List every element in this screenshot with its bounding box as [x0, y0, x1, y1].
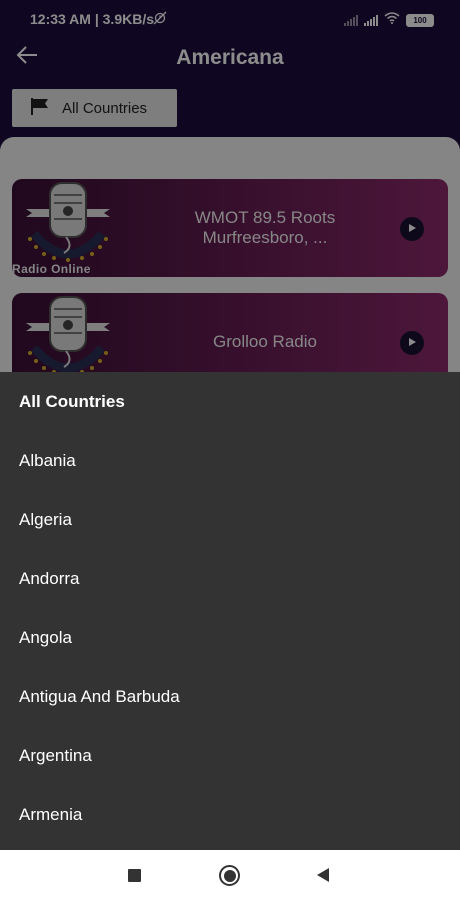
- back-icon[interactable]: [317, 868, 329, 882]
- country-option[interactable]: Algeria: [0, 490, 460, 549]
- country-option[interactable]: Argentina: [0, 726, 460, 785]
- country-option[interactable]: Andorra: [0, 549, 460, 608]
- country-option[interactable]: All Countries: [0, 372, 460, 431]
- modal-scrim[interactable]: [0, 0, 460, 372]
- country-dropdown-sheet: All Countries Albania Algeria Andorra An…: [0, 372, 460, 850]
- country-option[interactable]: Antigua And Barbuda: [0, 667, 460, 726]
- recent-apps-icon[interactable]: [128, 869, 141, 882]
- home-icon[interactable]: [219, 865, 240, 886]
- country-option[interactable]: Albania: [0, 431, 460, 490]
- country-option[interactable]: Armenia: [0, 785, 460, 844]
- system-nav-bar: [0, 850, 460, 900]
- country-option[interactable]: Angola: [0, 608, 460, 667]
